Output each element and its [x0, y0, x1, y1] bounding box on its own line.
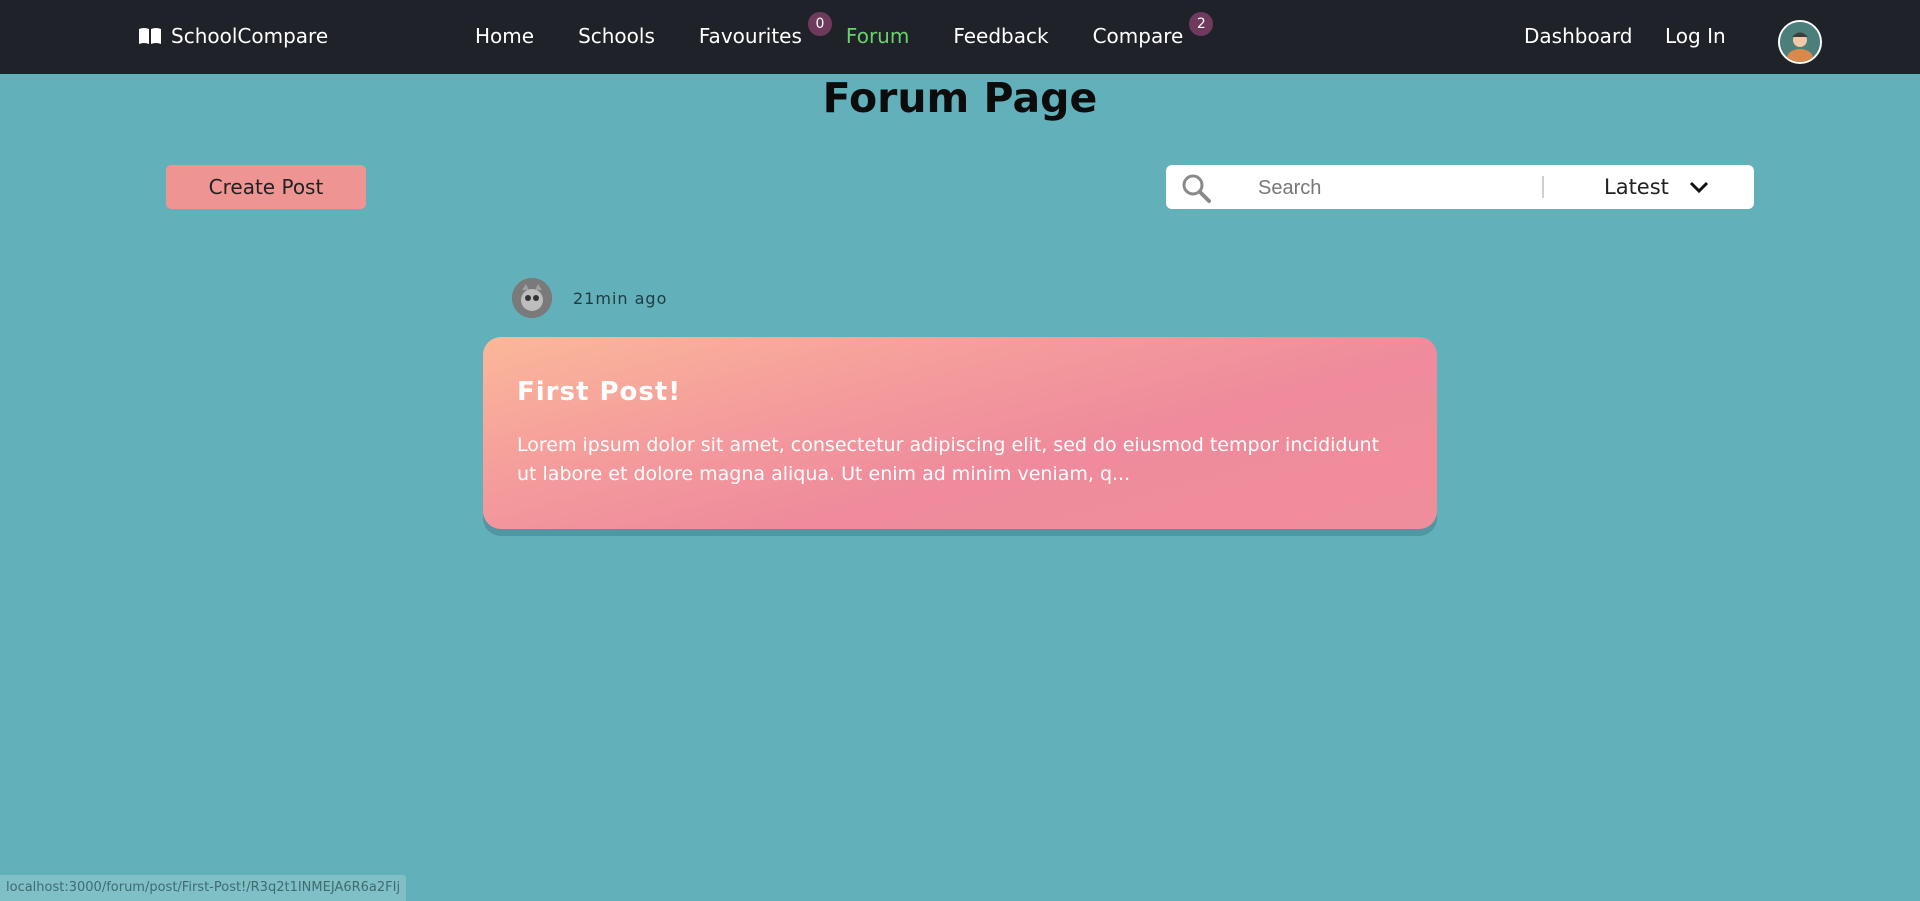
post-author-avatar-image — [512, 278, 552, 318]
post-meta: 21min ago — [512, 278, 667, 318]
status-bar-url: localhost:3000/forum/post/First-Post!/R3… — [0, 875, 407, 901]
search-icon[interactable] — [1180, 172, 1212, 204]
brand-name: SchoolCompare — [171, 24, 329, 48]
user-avatar-image — [1780, 22, 1820, 62]
post-card[interactable]: First Post! Lorem ipsum dolor sit amet, … — [483, 337, 1437, 529]
post-timestamp: 21min ago — [573, 288, 668, 308]
brand-link[interactable]: SchoolCompare — [138, 24, 328, 48]
nav-favourites-label: Favourites — [698, 24, 802, 48]
nav-compare[interactable]: Compare 2 — [1092, 12, 1214, 48]
nav-forum[interactable]: Forum — [846, 24, 909, 48]
create-post-button[interactable]: Create Post — [166, 165, 366, 209]
compare-count-badge: 2 — [1189, 12, 1214, 36]
sort-selected-label: Latest — [1604, 175, 1669, 199]
post-author-avatar[interactable] — [512, 278, 552, 318]
nav-home[interactable]: Home — [475, 24, 534, 48]
main-nav-links: Home Schools Favourites 0 Forum Feedback… — [475, 12, 1227, 48]
search-bar: Latest — [1166, 165, 1754, 209]
page-title: Forum Page — [822, 74, 1098, 122]
nav-favourites[interactable]: Favourites 0 — [698, 12, 832, 48]
post-excerpt: Lorem ipsum dolor sit amet, consectetur … — [517, 434, 1380, 485]
favourites-count-badge: 0 — [807, 12, 832, 36]
sort-dropdown[interactable]: Latest — [1604, 171, 1709, 203]
top-navbar: SchoolCompare Home Schools Favourites 0 … — [0, 0, 1920, 74]
open-book-icon — [139, 28, 161, 44]
nav-login[interactable]: Log In — [1665, 24, 1726, 48]
chevron-down-icon — [1689, 181, 1708, 194]
nav-schools[interactable]: Schools — [578, 24, 655, 48]
nav-compare-label: Compare — [1092, 24, 1184, 48]
nav-feedback[interactable]: Feedback — [953, 24, 1048, 48]
nav-dashboard[interactable]: Dashboard — [1524, 24, 1633, 48]
user-avatar[interactable] — [1778, 20, 1822, 64]
post-title[interactable]: First Post! — [517, 377, 681, 407]
search-divider — [1542, 176, 1544, 198]
